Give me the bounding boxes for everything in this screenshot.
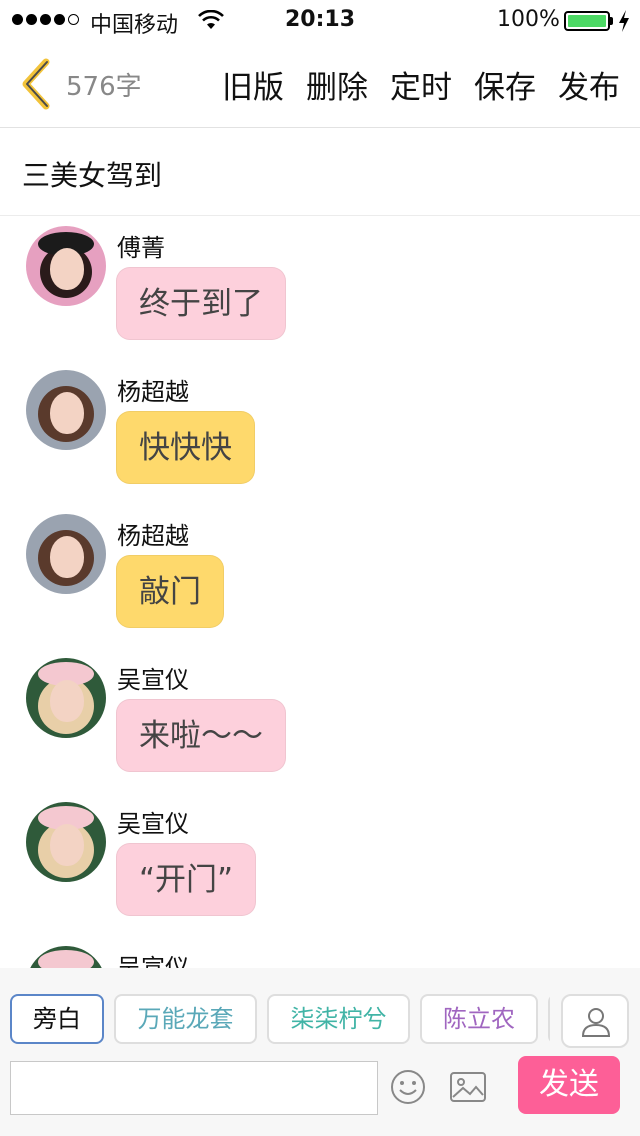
old-version-button[interactable]: 旧版 <box>222 62 284 107</box>
emoji-icon[interactable] <box>389 1068 427 1106</box>
message-item[interactable]: 杨超越 敲门 <box>0 504 640 648</box>
status-bar: 中国移动 20:13 100% <box>0 0 640 40</box>
schedule-button[interactable]: 定时 <box>390 62 452 107</box>
message-bubble[interactable]: 终于到了 <box>116 267 286 340</box>
message-item[interactable]: 吴宣仪 “开门” <box>0 792 640 936</box>
avatar[interactable] <box>26 802 106 882</box>
delete-button[interactable]: 删除 <box>306 62 368 107</box>
nav-actions: 旧版 删除 定时 保存 发布 <box>222 62 620 107</box>
sender-name: 吴宣仪 <box>117 810 189 838</box>
role-item[interactable]: 万能龙套 <box>114 994 257 1044</box>
image-icon[interactable] <box>449 1071 487 1103</box>
avatar[interactable] <box>26 370 106 450</box>
battery-percent: 100% <box>497 7 560 32</box>
chevron-left-icon[interactable] <box>16 56 54 112</box>
manage-roles-button[interactable] <box>561 994 629 1048</box>
role-item[interactable] <box>548 994 550 1044</box>
battery-tip <box>610 17 613 25</box>
avatar[interactable] <box>26 514 106 594</box>
word-count: 576字 <box>66 72 142 102</box>
message-bubble[interactable]: 来啦～～ <box>116 699 286 772</box>
avatar[interactable] <box>26 226 106 306</box>
nav-bar: 576字 旧版 删除 定时 保存 发布 <box>0 40 640 128</box>
sender-name: 杨超越 <box>117 378 189 406</box>
send-button[interactable]: 发送 <box>518 1056 620 1114</box>
battery-icon <box>564 11 610 31</box>
role-item[interactable]: 柒柒柠兮 <box>267 994 410 1044</box>
publish-button[interactable]: 发布 <box>558 62 620 107</box>
message-list[interactable]: 傅菁 终于到了 杨超越 快快快 杨超越 敲门 吴宣仪 来啦～～ 吴宣仪 “开门” <box>0 216 640 968</box>
person-icon <box>581 1008 611 1037</box>
story-title[interactable]: 三美女驾到 <box>22 154 162 194</box>
composer-panel: 旁白 万能龙套 柒柒柠兮 陈立农 发送 <box>0 968 640 1136</box>
role-selector[interactable]: 旁白 万能龙套 柒柒柠兮 陈立农 <box>10 994 550 1046</box>
message-bubble[interactable]: 快快快 <box>116 411 255 484</box>
message-bubble[interactable]: “开门” <box>116 843 257 916</box>
role-item[interactable]: 陈立农 <box>420 994 538 1044</box>
save-button[interactable]: 保存 <box>474 62 536 107</box>
sender-name: 傅菁 <box>117 234 165 262</box>
role-narrator[interactable]: 旁白 <box>10 994 104 1044</box>
story-title-row[interactable]: 三美女驾到 <box>0 128 640 216</box>
message-item[interactable]: 杨超越 快快快 <box>0 360 640 504</box>
sender-name: 吴宣仪 <box>117 954 189 968</box>
avatar[interactable] <box>26 946 106 968</box>
avatar[interactable] <box>26 658 106 738</box>
sender-name: 吴宣仪 <box>117 666 189 694</box>
message-bubble[interactable]: 敲门 <box>116 555 224 628</box>
sender-name: 杨超越 <box>117 522 189 550</box>
message-item[interactable]: 吴宣仪 <box>0 936 640 968</box>
message-input[interactable] <box>10 1061 378 1115</box>
message-item[interactable]: 傅菁 终于到了 <box>0 216 640 360</box>
message-item[interactable]: 吴宣仪 来啦～～ <box>0 648 640 792</box>
charging-icon <box>619 10 629 32</box>
